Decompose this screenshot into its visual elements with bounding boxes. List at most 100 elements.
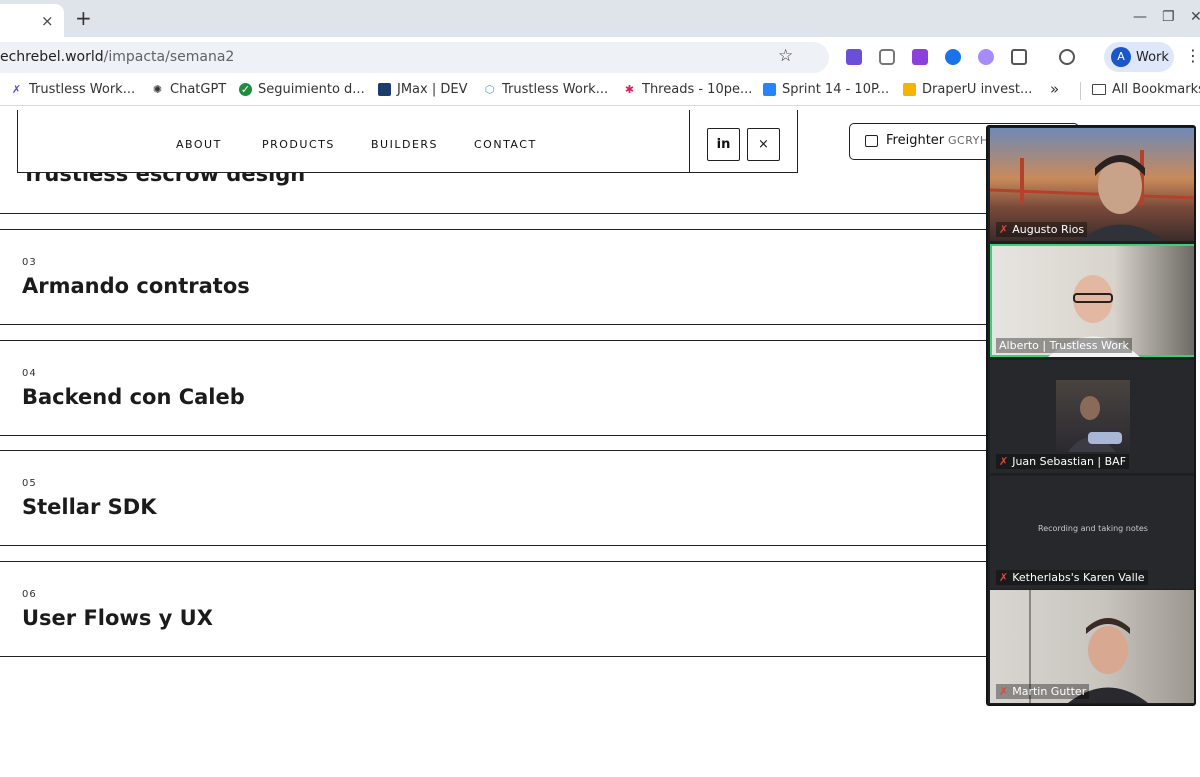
profile-button[interactable]: A Work [1104, 42, 1174, 72]
lesson-number: 06 [22, 589, 37, 600]
more-bookmarks-button[interactable]: » [1050, 80, 1059, 98]
participant-name: Alberto | Trustless Work [996, 338, 1132, 353]
lesson-number: 04 [22, 368, 37, 379]
tab-close-icon[interactable]: × [41, 12, 54, 30]
lesson-title: Backend con Caleb [22, 385, 245, 409]
participant-name: ✗ Ketherlabs's Karen Valle [996, 570, 1148, 585]
participant-name-text: Alberto | Trustless Work [999, 339, 1129, 352]
bookmark-label: Seguimiento d... [258, 82, 365, 97]
folder-icon [1092, 84, 1106, 95]
mic-muted-icon: ✗ [999, 455, 1009, 468]
browser-toolbar: echrebel.world/impacta/semana2 ☆ [0, 37, 1200, 77]
slides-icon [903, 83, 916, 96]
bookmark-item[interactable]: JMax | DEV [378, 82, 467, 97]
freighter-label: Freighter [886, 133, 945, 148]
participant-name: ✗ Juan Sebastian | BAF [996, 454, 1130, 469]
participant-tile[interactable]: ✗ Augusto Rios [990, 128, 1194, 241]
bookmark-item[interactable]: ✱ Threads - 10pe... [623, 82, 752, 97]
extension-gear-icon[interactable] [945, 49, 961, 65]
url-text: echrebel.world/impacta/semana2 [0, 49, 234, 65]
lesson-card[interactable]: 06 User Flows y UX [0, 561, 1010, 657]
participant-name: ✗ Augusto Rios [996, 222, 1088, 237]
all-bookmarks-button[interactable]: All Bookmarks [1092, 82, 1200, 97]
bookmark-label: Sprint 14 - 10P... [782, 82, 890, 97]
wallet-icon [865, 135, 878, 147]
avatar: A [1111, 47, 1131, 67]
participant-tile[interactable]: Recording and taking notes ✗ Ketherlabs's… [990, 476, 1194, 589]
url-path: /impacta/semana2 [103, 49, 235, 65]
bookmarks-bar: ✗ Trustless Work... ✺ ChatGPT ✓ Seguimiento… [0, 77, 1200, 106]
mic-muted-icon: ✗ [999, 223, 1009, 236]
nav-divider [689, 110, 690, 172]
bookmark-label: DraperU invest... [922, 82, 1033, 97]
address-bar[interactable]: echrebel.world/impacta/semana2 ☆ [0, 42, 829, 73]
participant-name-text: Juan Sebastian | BAF [1012, 455, 1127, 468]
bookmark-item[interactable]: ⬡ Trustless Work... [483, 82, 608, 97]
nav-builders[interactable]: BUILDERS [371, 138, 438, 151]
participant-tile[interactable]: ✗ Juan Sebastian | BAF [990, 360, 1194, 473]
url-host: echrebel.world [0, 49, 104, 65]
jmax-icon [378, 83, 391, 96]
lesson-title: Armando contratos [22, 274, 250, 298]
minimize-icon[interactable]: — [1133, 9, 1147, 25]
wallet-address: GCRYH [948, 134, 989, 147]
participant-video [1068, 396, 1122, 452]
bookmark-item[interactable]: Sprint 14 - 10P... [763, 82, 889, 97]
x-logo-icon: ✗ [11, 83, 22, 96]
mic-muted-icon: ✗ [999, 571, 1009, 584]
participant-name: ✗ Martin Gutter [996, 684, 1090, 699]
recording-note: Recording and taking notes [1038, 524, 1148, 533]
lesson-number: 03 [22, 257, 37, 268]
extension-wave-icon[interactable] [978, 49, 994, 65]
lesson-card[interactable]: 03 Armando contratos [0, 229, 1010, 325]
participant-avatar [1056, 380, 1130, 452]
participant-name-text: Ketherlabs's Karen Valle [1012, 571, 1145, 584]
profile-label: Work [1136, 50, 1169, 65]
site-navbar: ABOUT PRODUCTS BUILDERS CONTACT in × [17, 110, 798, 173]
chatgpt-icon: ✺ [152, 83, 163, 96]
jira-icon [763, 83, 776, 96]
nav-about[interactable]: ABOUT [176, 138, 222, 151]
bookmark-label: Threads - 10pe... [642, 82, 753, 97]
participant-tile[interactable]: Alberto | Trustless Work [990, 244, 1194, 357]
lesson-number: 05 [22, 478, 37, 489]
tab-strip: × + — ❐ ✕ [0, 0, 1200, 37]
participant-tile[interactable]: ✗ Martin Gutter [990, 590, 1194, 703]
extensions-puzzle-icon[interactable] [1011, 49, 1027, 65]
active-tab[interactable]: × [0, 4, 64, 37]
nav-products[interactable]: PRODUCTS [262, 138, 335, 151]
extension-box-icon[interactable] [912, 49, 928, 65]
new-tab-button[interactable]: + [75, 6, 92, 30]
bookmark-label: JMax | DEV [397, 82, 468, 97]
nav-contact[interactable]: CONTACT [474, 138, 537, 151]
mic-muted-icon: ✗ [999, 685, 1009, 698]
linkedin-icon[interactable]: in [707, 128, 740, 161]
browser-menu-icon[interactable]: ⋮ [1185, 46, 1200, 65]
video-call-panel: ✗ Augusto Rios Alberto | Trustless Work ✗… [986, 125, 1196, 706]
bookmark-label: Trustless Work... [29, 82, 136, 97]
camera-icon[interactable] [879, 49, 895, 65]
x-social-icon[interactable]: × [747, 128, 780, 161]
bookmarks-divider [1080, 82, 1081, 100]
hexagon-icon: ⬡ [484, 83, 495, 96]
slack-icon: ✱ [624, 83, 635, 96]
check-circle-icon: ✓ [239, 83, 252, 96]
bookmark-item[interactable]: ✓ Seguimiento d... [239, 82, 365, 97]
bookmark-item[interactable]: ✺ ChatGPT [151, 82, 226, 97]
close-window-icon[interactable]: ✕ [1190, 9, 1200, 25]
password-key-icon[interactable] [1059, 49, 1075, 65]
extension-calendar-icon[interactable] [846, 49, 862, 65]
bookmark-item[interactable]: ✗ Trustless Work... [10, 82, 135, 97]
lesson-card[interactable]: 05 Stellar SDK [0, 450, 1010, 546]
all-bookmarks-label: All Bookmarks [1112, 82, 1200, 97]
lesson-title: User Flows y UX [22, 606, 213, 630]
bookmark-label: ChatGPT [170, 82, 227, 97]
restore-icon[interactable]: ❐ [1162, 9, 1175, 25]
bookmark-label: Trustless Work... [502, 82, 609, 97]
lesson-card[interactable]: Trustless escrow design [0, 162, 1010, 214]
lesson-card[interactable]: 04 Backend con Caleb [0, 340, 1010, 436]
bookmark-item[interactable]: DraperU invest... [903, 82, 1032, 97]
participant-name-text: Augusto Rios [1012, 223, 1085, 236]
lesson-title: Stellar SDK [22, 495, 157, 519]
bookmark-star-icon[interactable]: ☆ [778, 46, 793, 66]
